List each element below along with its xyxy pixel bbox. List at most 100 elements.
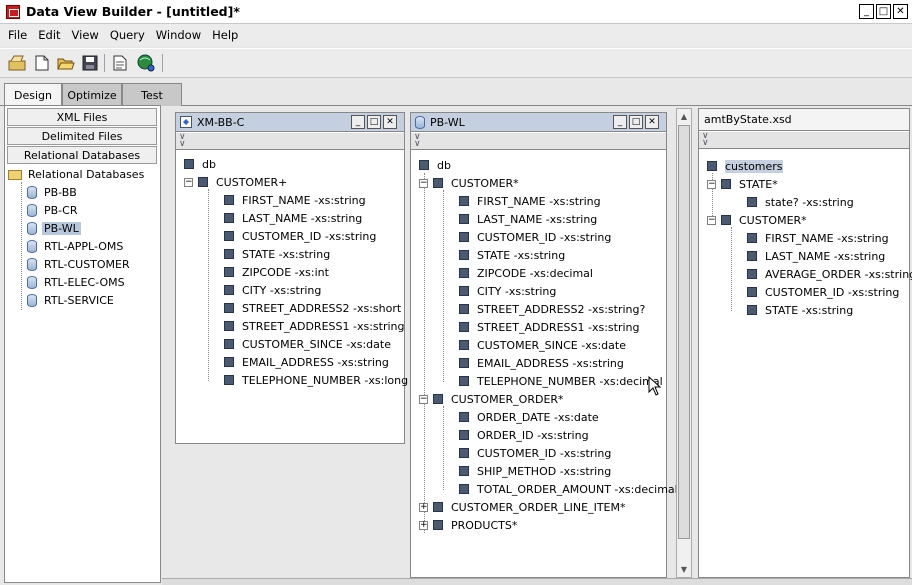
collapse-icon[interactable]: − xyxy=(419,394,428,404)
field-row[interactable]: STREET_ADDRESS1 -xs:string xyxy=(224,317,404,335)
field-row[interactable]: LAST_NAME -xs:string xyxy=(224,209,362,227)
field-row[interactable]: FIRST_NAME -xs:string xyxy=(459,192,601,210)
field-row[interactable]: STREET_ADDRESS2 -xs:string? xyxy=(459,300,645,318)
panel-collapse-bar[interactable]: ∨ ∨ xyxy=(699,131,909,149)
tree-node-customer[interactable]: − CUSTOMER* xyxy=(707,211,807,229)
tab-design[interactable]: Design xyxy=(4,83,62,107)
field-row[interactable]: TELEPHONE_NUMBER -xs:decimal xyxy=(459,372,663,390)
field-row[interactable]: CUSTOMER_ID -xs:string xyxy=(459,228,611,246)
maximize-icon[interactable]: □ xyxy=(876,4,891,19)
db-item-pb-wl[interactable]: PB-WL xyxy=(27,220,81,237)
field-row[interactable]: ZIPCODE -xs:int xyxy=(224,263,329,281)
new-file-icon[interactable] xyxy=(32,54,52,72)
field-row[interactable]: LAST_NAME -xs:string xyxy=(747,247,885,265)
field-row[interactable]: CUSTOMER_SINCE -xs:date xyxy=(224,335,391,353)
field-row[interactable]: ZIPCODE -xs:decimal xyxy=(459,264,593,282)
globe-icon[interactable] xyxy=(136,54,156,72)
tree-node-customer[interactable]: − CUSTOMER+ xyxy=(184,173,287,191)
panel-close-icon[interactable]: ✕ xyxy=(645,115,659,129)
field-row[interactable]: STATE -xs:string xyxy=(224,245,330,263)
panel-maximize-icon[interactable]: □ xyxy=(629,115,643,129)
open-folder-icon[interactable] xyxy=(56,54,76,72)
field-row[interactable]: CUSTOMER_ID -xs:string xyxy=(224,227,376,245)
field-row[interactable]: ORDER_DATE -xs:date xyxy=(459,408,599,426)
close-icon[interactable]: ✕ xyxy=(893,4,908,19)
delimited-files-button[interactable]: Delimited Files xyxy=(7,127,157,145)
db-item-rtl-elec-oms[interactable]: RTL-ELEC-OMS xyxy=(27,274,127,291)
menu-view[interactable]: View xyxy=(72,28,99,42)
menu-edit[interactable]: Edit xyxy=(38,28,60,42)
field-row[interactable]: state? -xs:string xyxy=(747,193,854,211)
panel-collapse-bar[interactable]: ∨ ∨ xyxy=(411,132,666,150)
horizontal-scrollbar[interactable] xyxy=(162,578,912,585)
field-row[interactable]: TOTAL_ORDER_AMOUNT -xs:decimal xyxy=(459,480,678,498)
field-row[interactable]: FIRST_NAME -xs:string xyxy=(224,191,366,209)
document-icon[interactable] xyxy=(110,54,130,72)
field-row[interactable]: ORDER_ID -xs:string xyxy=(459,426,589,444)
scroll-up-icon[interactable]: ▲ xyxy=(677,109,691,124)
collapse-icon[interactable]: − xyxy=(707,215,716,225)
panel-close-icon[interactable]: ✕ xyxy=(383,115,397,129)
menu-help[interactable]: Help xyxy=(212,28,238,42)
element-icon xyxy=(721,215,731,225)
field-row[interactable]: CITY -xs:string xyxy=(224,281,321,299)
scroll-down-icon[interactable]: ▼ xyxy=(677,562,691,577)
tree-node-products[interactable]: + PRODUCTS* xyxy=(419,516,517,534)
field-row[interactable]: SHIP_METHOD -xs:string xyxy=(459,462,611,480)
menu-window[interactable]: Window xyxy=(156,28,201,42)
field-row[interactable]: CUSTOMER_ID -xs:string xyxy=(459,444,611,462)
panel-collapse-bar[interactable]: ∨ ∨ xyxy=(176,132,404,150)
db-item-rtl-appl-oms[interactable]: RTL-APPL-OMS xyxy=(27,238,125,255)
panel-minimize-icon[interactable]: _ xyxy=(351,115,365,129)
field-row[interactable]: STATE -xs:string xyxy=(459,246,565,264)
field-row[interactable]: FIRST_NAME -xs:string xyxy=(747,229,889,247)
tab-test[interactable]: Test xyxy=(122,83,182,106)
field-icon xyxy=(224,285,234,295)
field-row[interactable]: CITY -xs:string xyxy=(459,282,556,300)
tree-node-db[interactable]: db xyxy=(184,155,216,173)
field-row[interactable]: STATE -xs:string xyxy=(747,301,853,319)
field-icon xyxy=(224,375,234,385)
field-row[interactable]: CUSTOMER_ID -xs:string xyxy=(747,283,899,301)
menu-file[interactable]: File xyxy=(8,28,27,42)
scroll-thumb[interactable] xyxy=(678,125,690,539)
relational-databases-button[interactable]: Relational Databases xyxy=(7,146,157,164)
panel-minimize-icon[interactable]: _ xyxy=(613,115,627,129)
collapse-icon[interactable]: − xyxy=(707,179,716,189)
tab-optimize[interactable]: Optimize xyxy=(62,83,122,106)
expand-icon[interactable]: + xyxy=(419,502,428,512)
tree-node-state[interactable]: − STATE* xyxy=(707,175,778,193)
menu-query[interactable]: Query xyxy=(110,28,145,42)
db-item-rtl-service[interactable]: RTL-SERVICE xyxy=(27,292,116,309)
field-row[interactable]: LAST_NAME -xs:string xyxy=(459,210,597,228)
expand-icon[interactable]: + xyxy=(419,520,428,530)
tree-node-customers[interactable]: customers xyxy=(707,157,783,175)
tree-node-customer-order[interactable]: − CUSTOMER_ORDER* xyxy=(419,390,564,408)
field-icon xyxy=(459,232,469,242)
workspace-scrollbar[interactable]: ▲ ▼ xyxy=(676,108,692,578)
db-item-pb-bb[interactable]: PB-BB xyxy=(27,184,79,201)
tree-node-db[interactable]: db xyxy=(419,156,451,174)
tree-root-relational-databases[interactable]: Relational Databases xyxy=(8,166,146,183)
field-row[interactable]: STREET_ADDRESS2 -xs:short xyxy=(224,299,401,317)
new-project-icon[interactable] xyxy=(7,54,27,72)
tree-node-customer[interactable]: − CUSTOMER* xyxy=(419,174,519,192)
db-item-pb-cr[interactable]: PB-CR xyxy=(27,202,79,219)
collapse-icon[interactable]: − xyxy=(184,177,193,187)
minimize-icon[interactable]: _ xyxy=(859,4,874,19)
field-row[interactable]: CUSTOMER_SINCE -xs:date xyxy=(459,336,626,354)
panel-maximize-icon[interactable]: □ xyxy=(367,115,381,129)
xml-files-button[interactable]: XML Files xyxy=(7,108,157,126)
tree-node-customer-order-line-item[interactable]: + CUSTOMER_ORDER_LINE_ITEM* xyxy=(419,498,626,516)
database-icon xyxy=(27,240,37,253)
collapse-icon[interactable]: − xyxy=(419,178,428,188)
field-row[interactable]: TELEPHONE_NUMBER -xs:long xyxy=(224,371,408,389)
db-item-rtl-customer[interactable]: RTL-CUSTOMER xyxy=(27,256,132,273)
field-row[interactable]: STREET_ADDRESS1 -xs:string xyxy=(459,318,639,336)
save-icon[interactable] xyxy=(80,54,100,72)
field-row[interactable]: EMAIL_ADDRESS -xs:string xyxy=(459,354,624,372)
toolbar-separator xyxy=(104,54,105,72)
app-window: Data View Builder - [untitled]* _ □ ✕ Fi… xyxy=(0,0,912,585)
field-row[interactable]: AVERAGE_ORDER -xs:string xyxy=(747,265,912,283)
field-row[interactable]: EMAIL_ADDRESS -xs:string xyxy=(224,353,389,371)
